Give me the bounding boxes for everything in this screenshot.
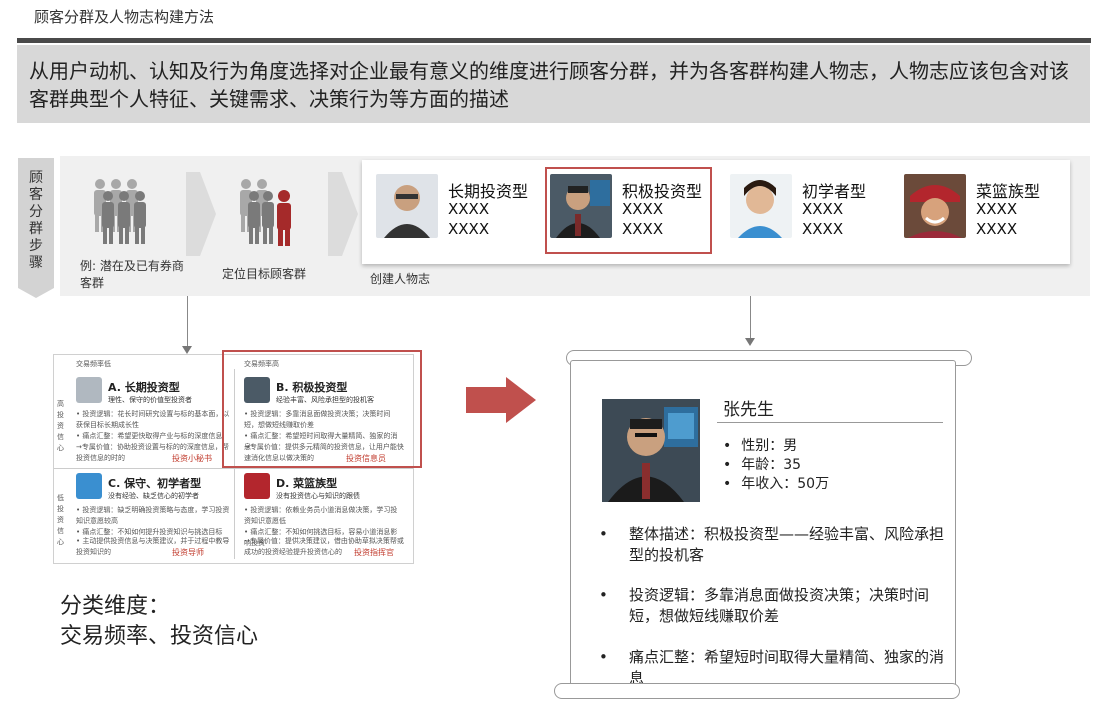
matrix-sub-d: 没有投资信心与知识的跟债 bbox=[276, 492, 360, 500]
matrix-line-c3: • 主动提供投资信息与决策建议，并于过程中教导投资知识的 bbox=[76, 537, 230, 556]
customer-group-icon bbox=[94, 179, 146, 244]
target-customer-icon bbox=[240, 179, 291, 246]
persona-name: 菜篮族型 bbox=[976, 182, 1041, 201]
steps-label: 顾客分群步骤 bbox=[18, 158, 54, 288]
persona-detail: XXXX bbox=[976, 220, 1018, 238]
persona-detail: XXXX bbox=[976, 200, 1018, 218]
persona-profile-scroll: 张先生 性别：男 年龄：35 年收入：50万 • 整体描述：积极投资型——经验丰… bbox=[554, 350, 972, 700]
matrix-sub-c: 没有经验、缺乏信心的初学者 bbox=[108, 492, 199, 500]
matrix-sub-a: 理性、保守的价值型投资者 bbox=[108, 396, 192, 404]
profile-photo bbox=[602, 399, 700, 502]
connector-line-right bbox=[750, 296, 751, 340]
persona-photo-1 bbox=[376, 174, 438, 238]
bullet-icon: • bbox=[599, 586, 608, 604]
step-chevron-1 bbox=[186, 172, 200, 256]
matrix-photo-c bbox=[76, 473, 102, 499]
matrix-title-d: D. 菜篮族型 bbox=[276, 477, 338, 490]
bullet-icon: • bbox=[599, 525, 608, 543]
bullet-icon: • bbox=[599, 648, 608, 666]
profile-attr-gender: 性别：男 bbox=[723, 437, 829, 456]
connector-arrow-left bbox=[182, 346, 192, 354]
big-arrow-head bbox=[506, 377, 536, 423]
connector-line-left bbox=[187, 296, 188, 348]
selected-persona-highlight bbox=[545, 167, 712, 254]
dimension-text: 交易频率、投资信心 bbox=[60, 624, 259, 649]
persona-detail: XXXX bbox=[802, 220, 844, 238]
connector-arrow-right bbox=[745, 338, 755, 346]
step-caption-1: 例: 潜在及已有券商客群 bbox=[80, 259, 184, 290]
matrix-title-a: A. 长期投资型 bbox=[108, 381, 180, 394]
profile-attr-age: 年龄：35 bbox=[723, 456, 829, 475]
step-chevron-2 bbox=[328, 172, 342, 256]
matrix-line-a2: • 痛点汇整：希望更快取得产业与标的深度信息 bbox=[76, 432, 223, 440]
step-chevron-1-tip bbox=[200, 172, 216, 256]
matrix-line-c1: • 投资逻辑：缺乏明确投资策略与态度，学习投资知识意愿较高 bbox=[76, 506, 230, 525]
persona-detail: XXXX bbox=[448, 200, 490, 218]
matrix-conf-high: 高投资信心 bbox=[57, 400, 64, 452]
summary-banner: 从用户动机、认知及行为角度选择对企业最有意义的维度进行顾客分群，并为各客群构建人… bbox=[17, 45, 1090, 123]
title-rule bbox=[17, 38, 1091, 43]
matrix-highlight bbox=[222, 350, 422, 468]
matrix-photo-d bbox=[244, 473, 270, 499]
profile-attr-income: 年收入：50万 bbox=[723, 475, 829, 494]
matrix-line-d1: • 投资逻辑：依赖业务员小道消息做决策，学习投资知识意愿低 bbox=[244, 506, 398, 525]
matrix-line-a1: • 投资逻辑：花长时间研究设置与标的基本面，以获保目标长期成长性 bbox=[76, 410, 230, 429]
step-caption-2: 定位目标顾客群 bbox=[222, 267, 307, 281]
matrix-tag-c: 投资导师 bbox=[172, 548, 204, 557]
step-chevron-2-tip bbox=[342, 172, 358, 256]
profile-name-rule bbox=[717, 422, 943, 423]
persona-name: 初学者型 bbox=[802, 182, 867, 201]
matrix-title-c: C. 保守、初学者型 bbox=[108, 477, 202, 490]
dimension-block: 分类维度： 交易频率、投资信心 bbox=[60, 592, 258, 652]
profile-attributes: 性别：男 年龄：35 年收入：50万 bbox=[723, 437, 829, 494]
personas-caption: 创建人物志 bbox=[370, 272, 431, 286]
summary-text: 从用户动机、认知及行为角度选择对企业最有意义的维度进行顾客分群，并为各客群构建人… bbox=[29, 59, 1069, 111]
persona-photo-3 bbox=[730, 174, 792, 238]
matrix-conf-low: 低投资信心 bbox=[57, 494, 64, 546]
matrix-photo-a bbox=[76, 377, 102, 403]
steps-label-text: 顾客分群步骤 bbox=[29, 170, 43, 271]
persona-detail: XXXX bbox=[802, 200, 844, 218]
persona-name: 长期投资型 bbox=[448, 182, 529, 201]
dimension-title: 分类维度： bbox=[60, 594, 171, 619]
matrix-freq-low: 交易频率低 bbox=[76, 360, 111, 368]
steps-label-arrow bbox=[18, 288, 54, 298]
page-title: 顾客分群及人物志构建方法 bbox=[34, 8, 215, 26]
scroll-bottom-roll bbox=[554, 683, 960, 699]
profile-name: 张先生 bbox=[723, 400, 774, 420]
big-arrow-icon bbox=[466, 387, 508, 413]
persona-photo-4 bbox=[904, 174, 966, 238]
matrix-tag-a: 投资小秘书 bbox=[172, 454, 212, 463]
persona-detail: XXXX bbox=[448, 220, 490, 238]
scroll-body: 张先生 性别：男 年龄：35 年收入：50万 • 整体描述：积极投资型——经验丰… bbox=[570, 360, 956, 692]
matrix-tag-d: 投资指挥官 bbox=[354, 548, 394, 557]
profile-desc-logic: • 投资逻辑：多靠消息面做投资决策；决策时间短，想做短线赚取价差 bbox=[599, 586, 930, 625]
profile-desc-overall: • 整体描述：积极投资型——经验丰富、风险承担型的投机客 bbox=[599, 525, 945, 564]
personas-panel: 长期投资型 XXXX XXXX 积极投资型 XXXX XXXX 初学者型 XXX… bbox=[362, 160, 1070, 264]
